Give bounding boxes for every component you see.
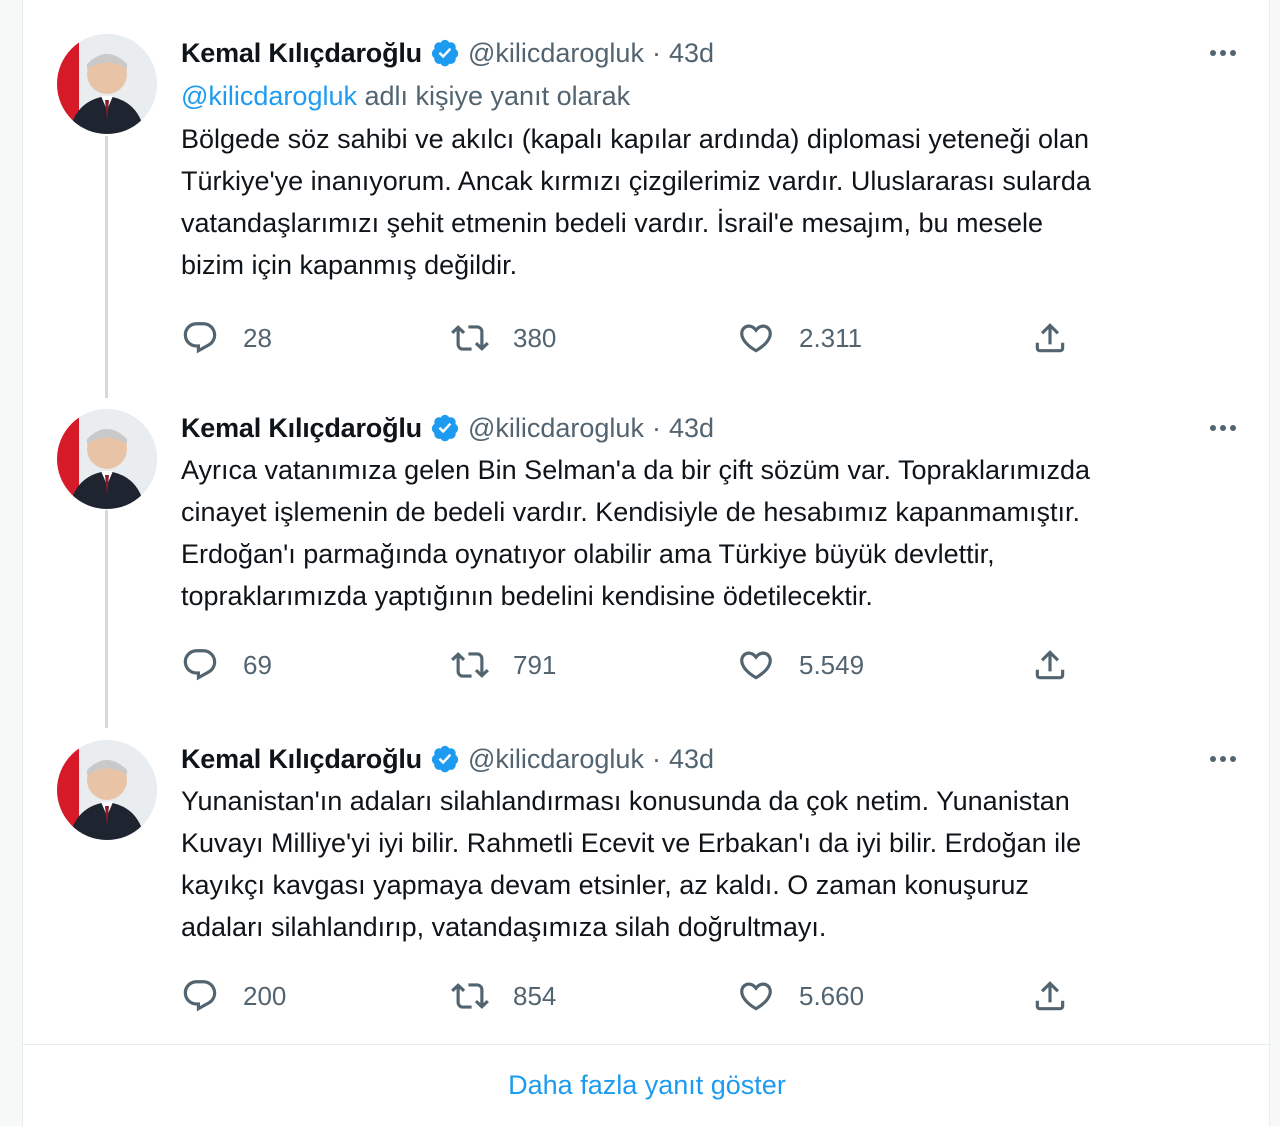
tweet-time[interactable]: 43d [669, 38, 714, 69]
share-icon [1035, 650, 1065, 680]
share-button[interactable] [1031, 643, 1069, 687]
tweet-text: Bölgede söz sahibi ve akılcı (kapalı kap… [181, 118, 1241, 286]
reply-mention-link[interactable]: @kilicdarogluk [181, 81, 357, 111]
tweet-time[interactable]: 43d [669, 744, 714, 775]
separator-dot: · [651, 37, 661, 68]
verified-icon [430, 744, 460, 774]
like-button[interactable]: 5.549 [737, 643, 864, 687]
avatar[interactable] [57, 740, 157, 840]
tweet-actions: 28 380 2.311 [181, 316, 1081, 360]
retweet-icon [451, 983, 489, 1009]
retweet-count: 854 [513, 980, 557, 1011]
tweet-text-line: bizim için kapanmış değildir. [181, 250, 518, 280]
separator-dot: · [651, 412, 661, 443]
tweet[interactable]: Kemal Kılıçdaroğlu @kilicdarogluk · 43d … [23, 20, 1271, 388]
avatar[interactable] [57, 34, 157, 134]
author-name[interactable]: Kemal Kılıçdaroğlu [181, 413, 422, 444]
tweet-header: Kemal Kılıçdaroğlu @kilicdarogluk · 43d [181, 34, 1243, 72]
reply-context: @kilicdarogluk adlı kişiye yanıt olarak [181, 76, 1243, 116]
tweet-text-line: adaları silahlandırıp, vatandaşımıza sil… [181, 912, 827, 942]
tweet-header: Kemal Kılıçdaroğlu @kilicdarogluk · 43d [181, 409, 1243, 447]
like-button[interactable]: 5.660 [737, 974, 864, 1018]
separator-dot: · [651, 743, 661, 774]
reply-icon [183, 322, 217, 354]
like-count: 5.660 [799, 980, 865, 1011]
retweet-button[interactable]: 380 [451, 316, 556, 360]
author-name[interactable]: Kemal Kılıçdaroğlu [181, 38, 422, 69]
like-count: 2.311 [799, 322, 863, 353]
avatar[interactable] [57, 409, 157, 509]
tweet-text-line: Türkiye'ye inanıyorum. Ancak kırmızı çiz… [181, 166, 1091, 196]
tweet-text: Yunanistan'ın adaları silahlandırması ko… [181, 780, 1241, 948]
like-icon [740, 324, 772, 353]
tweet-text-line: Kuvayı Milliye'yi iyi bilir. Rahmetli Ec… [181, 828, 1082, 858]
thread-connector-line [105, 136, 108, 398]
author-handle[interactable]: @kilicdarogluk [468, 38, 644, 69]
reply-button[interactable]: 69 [181, 643, 272, 687]
share-icon [1035, 323, 1065, 353]
tweet-actions: 69 791 5.549 [181, 643, 1081, 687]
verified-icon [430, 413, 460, 443]
reply-context-text: adlı kişiye yanıt olarak [356, 81, 631, 111]
more-icon[interactable] [1203, 740, 1243, 778]
tweet-text-line: Bölgede söz sahibi ve akılcı (kapalı kap… [181, 124, 1090, 154]
tweet-header: Kemal Kılıçdaroğlu @kilicdarogluk · 43d [181, 740, 1243, 778]
retweet-button[interactable]: 791 [451, 643, 556, 687]
retweet-icon [451, 652, 489, 678]
reply-button[interactable]: 28 [181, 316, 272, 360]
like-icon [740, 651, 772, 680]
share-button[interactable] [1031, 974, 1069, 1018]
tweet-actions: 200 854 5.660 [181, 974, 1081, 1018]
author-handle[interactable]: @kilicdarogluk [468, 744, 644, 775]
tweet-text-line: Ayrıca vatanımıza gelen Bin Selman'a da … [181, 455, 1091, 485]
like-button[interactable]: 2.311 [737, 316, 862, 360]
tweet-text-line: topraklarımızda yaptığının bedelini kend… [181, 581, 873, 611]
retweet-count: 791 [513, 649, 557, 680]
show-more-replies-link[interactable]: Daha fazla yanıt göster [23, 1044, 1271, 1126]
tweet[interactable]: Kemal Kılıçdaroğlu @kilicdarogluk · 43d … [23, 726, 1271, 1044]
author-handle[interactable]: @kilicdarogluk [468, 413, 644, 444]
tweet-text-line: cinayet işlemenin de bedeli vardır. Kend… [181, 497, 1080, 527]
reply-count: 200 [243, 980, 287, 1011]
reply-count: 28 [243, 322, 272, 353]
tweet-text: Ayrıca vatanımıza gelen Bin Selman'a da … [181, 449, 1241, 617]
more-icon[interactable] [1203, 409, 1243, 447]
reply-count: 69 [243, 649, 272, 680]
tweet-time[interactable]: 43d [669, 413, 714, 444]
retweet-button[interactable]: 854 [451, 974, 556, 1018]
reply-icon [183, 649, 217, 681]
tweet-text-line: Erdoğan'ı parmağında oynatıyor olabilir … [181, 539, 995, 569]
like-count: 5.549 [799, 649, 865, 680]
verified-icon [430, 38, 460, 68]
more-icon[interactable] [1203, 34, 1243, 72]
reply-icon [183, 980, 217, 1012]
retweet-icon [451, 325, 489, 351]
retweet-count: 380 [513, 322, 557, 353]
tweet-text-line: Yunanistan'ın adaları silahlandırması ko… [181, 786, 1070, 816]
share-button[interactable] [1031, 316, 1069, 360]
share-icon [1035, 981, 1065, 1011]
tweet-text-line: vatandaşlarımızı şehit etmenin bedeli va… [181, 208, 1044, 238]
like-icon [740, 982, 772, 1011]
tweet-text-line: kayıkçı kavgası yapmaya devam etsinler, … [181, 870, 1029, 900]
author-name[interactable]: Kemal Kılıçdaroğlu [181, 744, 422, 775]
tweet[interactable]: Kemal Kılıçdaroğlu @kilicdarogluk · 43d … [23, 395, 1271, 725]
reply-button[interactable]: 200 [181, 974, 286, 1018]
tweet-thread: Kemal Kılıçdaroğlu @kilicdarogluk · 43d … [22, 0, 1271, 1126]
thread-connector-line [105, 510, 108, 728]
